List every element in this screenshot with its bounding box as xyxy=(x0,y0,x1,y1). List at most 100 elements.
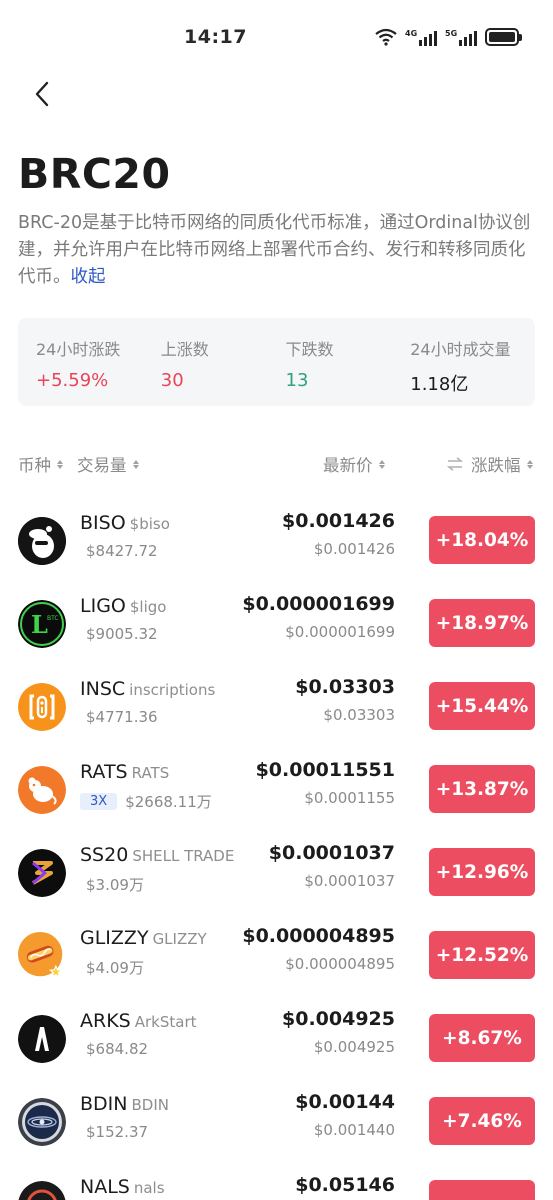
change-badge[interactable]: +18.04% xyxy=(429,516,535,564)
change-badge[interactable]: +8.67% xyxy=(429,1014,535,1062)
token-volume: 3X $2668.11万 xyxy=(80,791,212,812)
network-type-label: 4G xyxy=(405,29,418,38)
stat-24h-change: 24小时涨跌 +5.59% xyxy=(36,336,161,406)
token-symbol: NALS nals xyxy=(80,1176,165,1198)
collapse-link[interactable]: 收起 xyxy=(71,267,106,287)
biso-icon xyxy=(18,517,66,565)
bdin-icon xyxy=(18,1098,66,1146)
column-label: 最新价 xyxy=(323,456,373,475)
stats-card: 24小时涨跌 +5.59% 上涨数 30 下跌数 13 24小时成交量 1.18… xyxy=(18,318,535,406)
change-badge[interactable]: +7.46% xyxy=(429,1097,535,1145)
token-name: $ligo xyxy=(129,598,167,616)
stat-falling-count: 下跌数 13 xyxy=(286,336,411,406)
token-price: $0.03303 xyxy=(295,676,395,698)
stat-label: 24小时涨跌 xyxy=(36,340,121,359)
status-bar: 14:17 4G 5G xyxy=(0,0,553,72)
token-name: RATS xyxy=(131,764,170,782)
change-badge[interactable]: +12.52% xyxy=(429,931,535,979)
back-button[interactable] xyxy=(24,76,60,112)
stat-24h-volume: 24小时成交量 1.18亿 xyxy=(410,336,535,406)
token-volume: $4.09万 xyxy=(86,957,144,978)
token-row[interactable]: ARKS ArkStart $684.82 $0.004925 $0.00492… xyxy=(0,1004,553,1087)
sort-volume-header[interactable]: 交易量 xyxy=(77,452,139,476)
token-price-usd: $0.001426 xyxy=(313,540,395,558)
network-type-label: 5G xyxy=(445,29,458,38)
ss20-icon xyxy=(18,849,66,897)
category-description: BRC-20是基于比特币网络的同质化代币标准，通过Ordinal协议创建，并允许… xyxy=(18,210,538,291)
token-ticker: ARKS xyxy=(80,1010,131,1032)
token-row[interactable]: BISO $biso $8427.72 $0.001426 $0.001426 … xyxy=(0,506,553,589)
change-badge[interactable]: +12.96% xyxy=(429,848,535,896)
stat-rising-count: 上涨数 30 xyxy=(161,336,286,406)
volume-value: $4.09万 xyxy=(86,959,144,977)
sort-coin-header[interactable]: 币种 xyxy=(18,452,63,476)
token-ticker: SS20 xyxy=(80,844,129,866)
leverage-badge[interactable]: 3X xyxy=(80,793,118,810)
token-symbol: BISO $biso xyxy=(80,512,170,534)
token-name: nals xyxy=(133,1179,165,1197)
rats-icon xyxy=(18,766,66,814)
token-price-usd: $0.0001037 xyxy=(304,872,395,890)
status-icons: 4G 5G xyxy=(375,24,522,46)
column-label: 涨跌幅 xyxy=(471,456,521,475)
token-name: $biso xyxy=(129,515,170,533)
status-time: 14:17 xyxy=(184,26,247,48)
sort-icon xyxy=(57,459,63,469)
token-row[interactable]: L BTC LIGO $ligo $9005.32 $0.000001699 $… xyxy=(0,589,553,672)
token-row[interactable]: BDIN BDIN $152.37 $0.00144 $0.001440 +7.… xyxy=(0,1087,553,1170)
token-symbol: GLIZZY GLIZZY xyxy=(80,927,207,949)
token-ticker: INSC xyxy=(80,678,126,700)
token-symbol: RATS RATS xyxy=(80,761,169,783)
token-name: SHELL TRADE xyxy=(132,847,235,865)
stat-value: 13 xyxy=(285,370,309,391)
sort-icon xyxy=(526,459,533,469)
signal-icon-secondary: 5G xyxy=(445,29,477,46)
token-name: BDIN xyxy=(131,1096,169,1114)
chevron-left-icon xyxy=(35,81,49,107)
token-ticker: NALS xyxy=(80,1176,130,1198)
page-title: BRC20 xyxy=(18,150,171,198)
svg-text:BTC: BTC xyxy=(47,615,59,622)
token-ticker: GLIZZY xyxy=(80,927,149,949)
swap-icon[interactable] xyxy=(447,457,463,471)
change-badge[interactable] xyxy=(429,1180,535,1200)
signal-icon: 4G xyxy=(405,29,437,46)
token-price-usd: $0.000001699 xyxy=(285,623,395,641)
token-price-usd: $0.03303 xyxy=(323,706,395,724)
token-price: $0.000001699 xyxy=(242,593,395,615)
token-row[interactable]: SS20 SHELL TRADE $3.09万 $0.0001037 $0.00… xyxy=(0,838,553,921)
token-price-usd: $0.004925 xyxy=(313,1038,395,1056)
token-name: inscriptions xyxy=(129,681,216,699)
token-price: $0.00011551 xyxy=(255,759,395,781)
token-symbol: SS20 SHELL TRADE xyxy=(80,844,234,866)
token-price: $0.0001037 xyxy=(268,842,395,864)
sort-price-header[interactable]: 最新价 xyxy=(323,452,385,476)
column-label: 交易量 xyxy=(77,456,127,475)
nals-icon xyxy=(18,1181,66,1200)
battery-icon xyxy=(485,28,522,46)
token-name: GLIZZY xyxy=(152,930,207,948)
token-ticker: BISO xyxy=(80,512,126,534)
volume-value: $2668.11万 xyxy=(125,793,212,811)
stat-value: +5.59% xyxy=(36,370,109,391)
token-price: $0.000004895 xyxy=(242,925,395,947)
token-volume: $684.82 xyxy=(86,1040,148,1058)
sort-icon xyxy=(132,459,139,469)
stat-label: 24小时成交量 xyxy=(410,340,511,359)
change-badge[interactable]: +15.44% xyxy=(429,682,535,730)
token-price: $0.05146 xyxy=(295,1174,395,1196)
token-row[interactable]: GLIZZY GLIZZY $4.09万 $0.000004895 $0.000… xyxy=(0,921,553,1004)
change-badge[interactable]: +18.97% xyxy=(429,599,535,647)
token-row[interactable]: INSC inscriptions $4771.36 $0.03303 $0.0… xyxy=(0,672,553,755)
token-symbol: BDIN BDIN xyxy=(80,1093,169,1115)
sort-change-header[interactable]: 涨跌幅 xyxy=(447,452,533,476)
token-row[interactable]: RATS RATS 3X $2668.11万 $0.00011551 $0.00… xyxy=(0,755,553,838)
token-volume: $152.37 xyxy=(86,1123,148,1141)
token-symbol: ARKS ArkStart xyxy=(80,1010,197,1032)
token-price-usd: $0.0001155 xyxy=(304,789,395,807)
change-badge[interactable]: +13.87% xyxy=(429,765,535,813)
token-symbol: INSC inscriptions xyxy=(80,678,215,700)
token-row[interactable]: NALS nals $0.05146 xyxy=(0,1170,553,1200)
stat-label: 上涨数 xyxy=(160,340,209,359)
token-ticker: LIGO xyxy=(80,595,126,617)
